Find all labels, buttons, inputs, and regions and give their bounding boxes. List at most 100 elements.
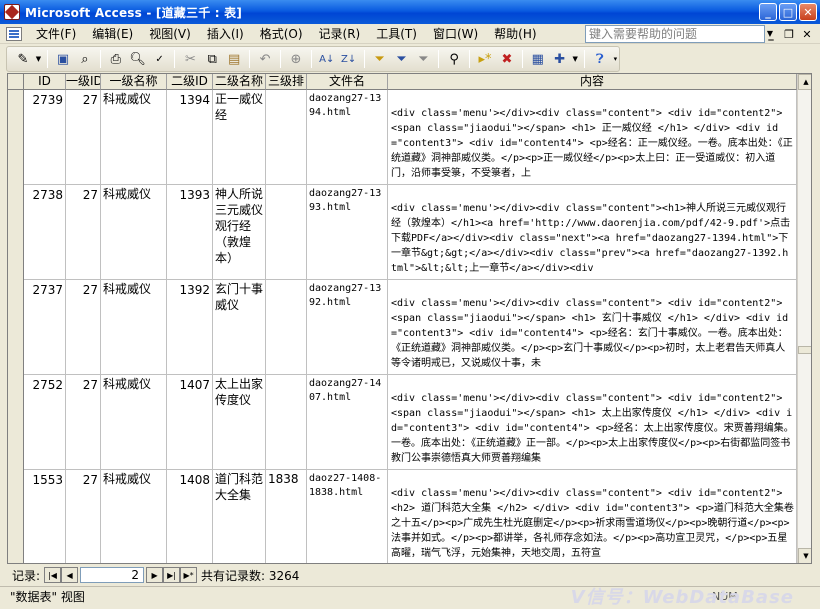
copy-icon[interactable]: ⧉ bbox=[202, 48, 222, 70]
save-icon[interactable]: ▣ bbox=[53, 48, 73, 70]
cell-l2name[interactable]: 太上出家传度仪 bbox=[213, 375, 266, 470]
help-question-input[interactable]: 键入需要帮助的问题 bbox=[585, 25, 765, 43]
cell-l3[interactable] bbox=[266, 90, 307, 185]
cell-l3[interactable] bbox=[266, 280, 307, 375]
column-header-l1id[interactable]: 一级ID bbox=[66, 74, 101, 90]
row-selector[interactable] bbox=[8, 185, 24, 280]
menu-window[interactable]: 窗口(W) bbox=[425, 25, 486, 43]
cell-l1name[interactable]: 科戒威仪 bbox=[101, 375, 167, 470]
maximize-button[interactable]: □ bbox=[779, 3, 797, 21]
table-row[interactable]: 1553 27 科戒威仪 1408 道门科范大全集 1838 daoz27-14… bbox=[8, 470, 797, 563]
cell-id[interactable]: 1553 bbox=[24, 470, 66, 563]
cell-content[interactable]: <div class='menu'></div><div class="cont… bbox=[388, 185, 797, 280]
column-header-l3[interactable]: 三级排 bbox=[266, 74, 307, 90]
doc-minimize-button[interactable]: _ bbox=[764, 26, 778, 42]
cell-l2name[interactable]: 神人所说三元威仪观行经（敦煌本） bbox=[213, 185, 266, 280]
access-app-icon[interactable] bbox=[4, 4, 20, 20]
cell-id[interactable]: 2739 bbox=[24, 90, 66, 185]
hyperlink-icon[interactable]: ⊕ bbox=[286, 48, 306, 70]
new-object-icon[interactable]: ✚ bbox=[550, 48, 570, 70]
row-selector[interactable] bbox=[8, 375, 24, 470]
cell-l1name[interactable]: 科戒威仪 bbox=[101, 470, 167, 563]
cell-l1id[interactable]: 27 bbox=[66, 185, 101, 280]
paste-icon[interactable]: ▤ bbox=[224, 48, 244, 70]
cell-l3[interactable] bbox=[266, 375, 307, 470]
menu-format[interactable]: 格式(O) bbox=[252, 25, 311, 43]
cell-id[interactable]: 2738 bbox=[24, 185, 66, 280]
cell-content[interactable]: <div class='menu'></div><div class="cont… bbox=[388, 90, 797, 185]
view-dropdown-icon[interactable]: ▼ bbox=[35, 55, 42, 63]
vertical-scrollbar[interactable]: ▲ ▼ bbox=[797, 74, 811, 563]
cell-content[interactable]: <div class='menu'></div><div class="cont… bbox=[388, 470, 797, 563]
cell-l2id[interactable]: 1393 bbox=[167, 185, 213, 280]
menu-help[interactable]: 帮助(H) bbox=[486, 25, 544, 43]
last-record-button[interactable]: ▶| bbox=[163, 567, 181, 583]
scroll-down-icon[interactable]: ▼ bbox=[798, 548, 811, 563]
new-object-dropdown-icon[interactable]: ▼ bbox=[572, 55, 579, 63]
menu-view[interactable]: 视图(V) bbox=[141, 25, 199, 43]
table-row[interactable]: 2739 27 科戒威仪 1394 正一威仪经 daozang27-1394.h… bbox=[8, 90, 797, 185]
delete-record-icon[interactable]: ✖ bbox=[497, 48, 517, 70]
row-selector[interactable] bbox=[8, 280, 24, 375]
apply-filter-icon[interactable]: ⏷ bbox=[413, 48, 433, 70]
cell-l1id[interactable]: 27 bbox=[66, 280, 101, 375]
cell-l1id[interactable]: 27 bbox=[66, 470, 101, 563]
doc-restore-button[interactable]: ❐ bbox=[782, 26, 796, 42]
menu-edit[interactable]: 编辑(E) bbox=[84, 25, 141, 43]
cut-icon[interactable]: ✂ bbox=[180, 48, 200, 70]
menu-tools[interactable]: 工具(T) bbox=[368, 25, 425, 43]
doc-close-button[interactable]: ✕ bbox=[800, 26, 814, 42]
toolbar-options-icon[interactable]: ▾ bbox=[612, 55, 619, 63]
print-icon[interactable]: ⎙ bbox=[106, 48, 126, 70]
cell-l2name[interactable]: 道门科范大全集 bbox=[213, 470, 266, 563]
cell-l1name[interactable]: 科戒威仪 bbox=[101, 90, 167, 185]
cell-l2id[interactable]: 1408 bbox=[167, 470, 213, 563]
table-row[interactable]: 2738 27 科戒威仪 1393 神人所说三元威仪观行经（敦煌本） daoza… bbox=[8, 185, 797, 280]
menu-records[interactable]: 记录(R) bbox=[311, 25, 369, 43]
filter-by-selection-icon[interactable]: ⏷ bbox=[370, 48, 390, 70]
cell-id[interactable]: 2752 bbox=[24, 375, 66, 470]
document-icon[interactable] bbox=[6, 26, 22, 41]
cell-l2id[interactable]: 1392 bbox=[167, 280, 213, 375]
row-selector[interactable] bbox=[8, 470, 24, 563]
cell-id[interactable]: 2737 bbox=[24, 280, 66, 375]
database-window-icon[interactable]: ▦ bbox=[528, 48, 548, 70]
column-header-l1name[interactable]: 一级名称 bbox=[101, 74, 167, 90]
cell-content[interactable]: <div class='menu'></div><div class="cont… bbox=[388, 375, 797, 470]
spelling-icon[interactable]: ✓ bbox=[150, 48, 170, 70]
cell-l1name[interactable]: 科戒威仪 bbox=[101, 185, 167, 280]
close-button[interactable]: ✕ bbox=[799, 3, 817, 21]
row-selector[interactable] bbox=[8, 90, 24, 185]
table-row[interactable]: 2737 27 科戒威仪 1392 玄门十事威仪 daozang27-1392.… bbox=[8, 280, 797, 375]
column-header-id[interactable]: ID bbox=[24, 74, 66, 90]
filter-by-form-icon[interactable]: ⏷ bbox=[391, 48, 411, 70]
print-preview-icon[interactable]: 🔍︎ bbox=[128, 48, 148, 70]
new-record-icon[interactable]: ▸* bbox=[475, 48, 495, 70]
cell-l3[interactable] bbox=[266, 185, 307, 280]
minimize-button[interactable]: _ bbox=[759, 3, 777, 21]
cell-filename[interactable]: daoz27-1408-1838.html bbox=[307, 470, 388, 563]
current-record-input[interactable]: 2 bbox=[80, 567, 145, 583]
new-record-nav-button[interactable]: ▶* bbox=[180, 567, 198, 583]
cell-l3[interactable]: 1838 bbox=[266, 470, 307, 563]
cell-l2name[interactable]: 正一威仪经 bbox=[213, 90, 266, 185]
select-all-corner[interactable] bbox=[8, 74, 24, 90]
design-view-icon[interactable]: ✎ bbox=[13, 48, 33, 70]
next-record-button[interactable]: ▶ bbox=[146, 567, 164, 583]
cell-filename[interactable]: daozang27-1407.html bbox=[307, 375, 388, 470]
menu-insert[interactable]: 插入(I) bbox=[199, 25, 252, 43]
column-header-content[interactable]: 内容 bbox=[388, 74, 797, 90]
cell-l1id[interactable]: 27 bbox=[66, 375, 101, 470]
column-header-l2id[interactable]: 二级ID bbox=[167, 74, 213, 90]
cell-l1id[interactable]: 27 bbox=[66, 90, 101, 185]
first-record-button[interactable]: |◀ bbox=[44, 567, 62, 583]
column-header-l2name[interactable]: 二级名称 bbox=[213, 74, 266, 90]
cell-l2id[interactable]: 1394 bbox=[167, 90, 213, 185]
scroll-thumb[interactable] bbox=[798, 346, 811, 354]
cell-content[interactable]: <div class='menu'></div><div class="cont… bbox=[388, 280, 797, 375]
table-row[interactable]: 2752 27 科戒威仪 1407 太上出家传度仪 daozang27-1407… bbox=[8, 375, 797, 470]
scroll-up-icon[interactable]: ▲ bbox=[798, 74, 811, 90]
previous-record-button[interactable]: ◀ bbox=[61, 567, 79, 583]
cell-l2name[interactable]: 玄门十事威仪 bbox=[213, 280, 266, 375]
sort-ascending-icon[interactable]: A↓ bbox=[317, 48, 337, 70]
